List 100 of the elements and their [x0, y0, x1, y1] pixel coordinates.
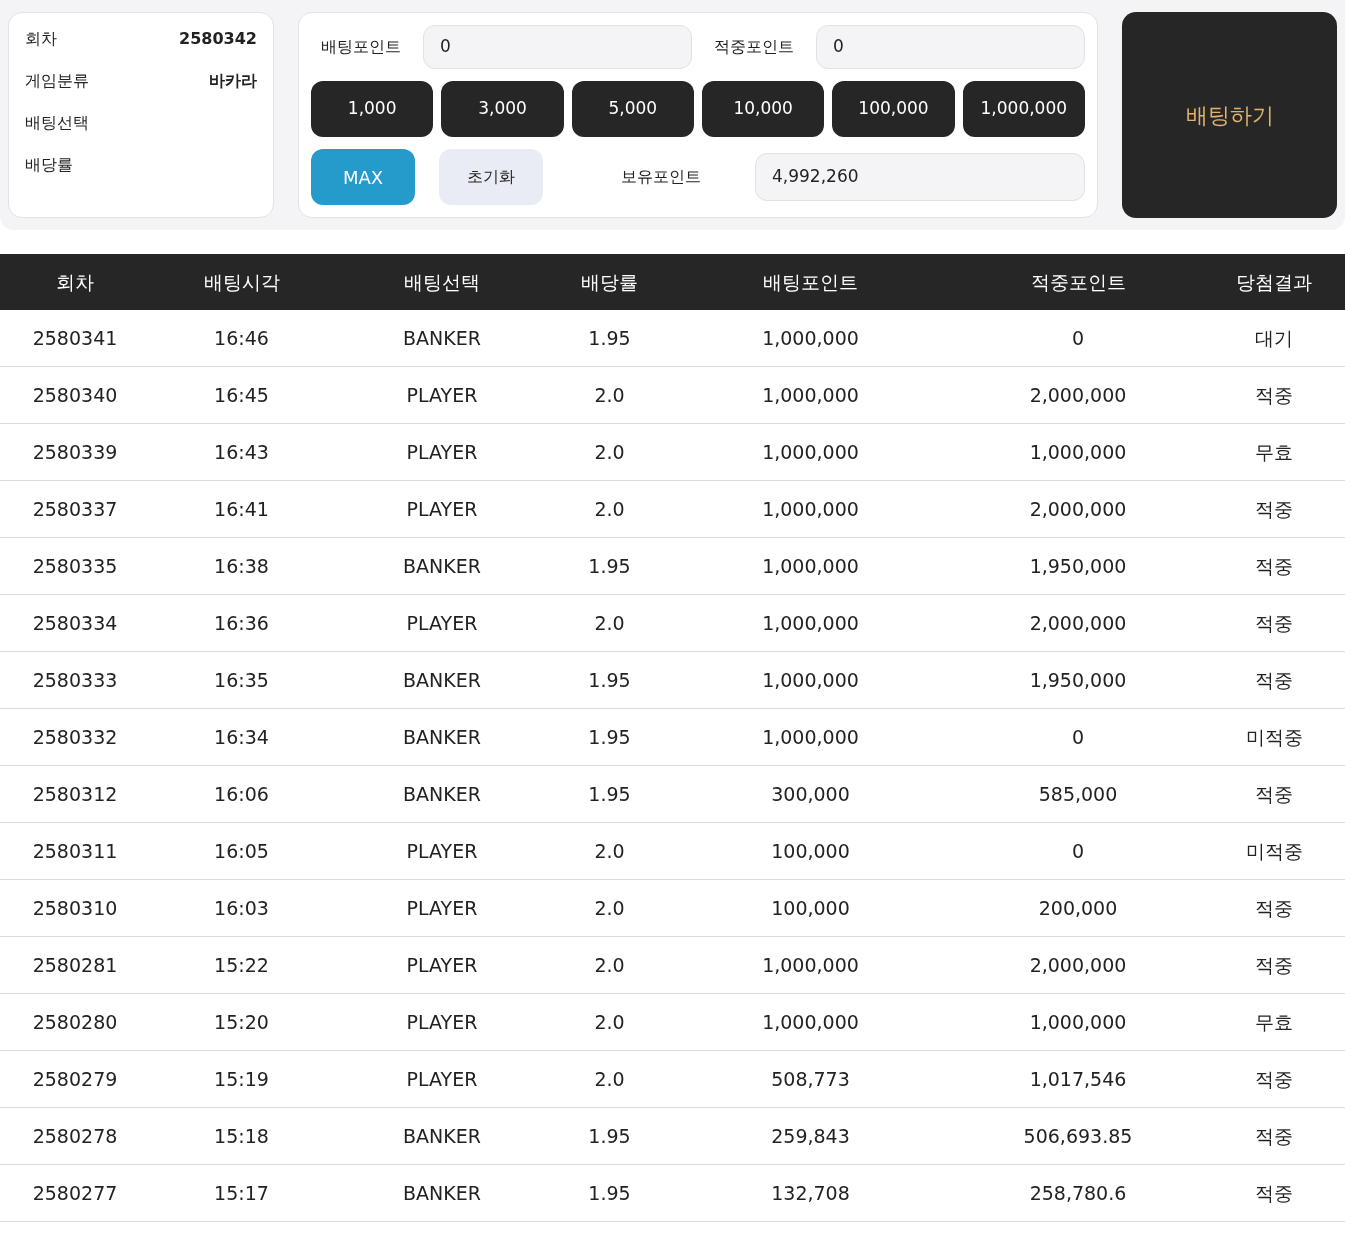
table-cell-text: PLAYER [405, 610, 479, 636]
table-cell-text: 1,000,000 [761, 1009, 860, 1035]
table-cell-text: PLAYER [405, 1009, 479, 1035]
amount-button[interactable]: 1,000 [311, 81, 434, 137]
table-cell-text: 적중 [1254, 382, 1294, 408]
amount-button[interactable]: 1,000,000 [962, 81, 1085, 137]
table-cell-text: 적중 [1254, 895, 1294, 921]
table-cell-text: 300,000 [770, 781, 851, 807]
table-cell-text: PLAYER [405, 382, 479, 408]
table-cell-text: 16:36 [213, 610, 270, 636]
table-cell-text: 대기 [1254, 325, 1294, 351]
table-cell-text: 2580337 [31, 496, 119, 522]
table-cell-text: 2580277 [31, 1180, 119, 1206]
table-cell-text: 1,000,000 [761, 325, 860, 351]
points-field[interactable]: 0 [816, 25, 1085, 69]
table-cell-text: 2580312 [31, 781, 119, 807]
table-cell-text: 16:45 [213, 382, 270, 408]
table-cell-text: 1,000,000 [1028, 439, 1128, 465]
table-cell-text: 100,000 [770, 838, 851, 864]
info-value: 2580342 [179, 28, 257, 50]
table-cell-text: 2.0 [593, 496, 626, 522]
table-cell-text: 1,000,000 [761, 952, 860, 978]
table-cell-text: 16:41 [213, 496, 270, 522]
table-cell-text: 508,773 [770, 1066, 851, 1092]
amount-button[interactable]: 3,000 [441, 81, 564, 137]
table-cell-text: 1,000,000 [761, 610, 860, 636]
table-cell-text: 16:43 [213, 439, 270, 465]
table-cell-text: 16:03 [213, 895, 270, 921]
table-cell-text: 미적중 [1244, 838, 1304, 864]
table-cell-text: 2.0 [593, 439, 626, 465]
table-cell-text: 1.95 [587, 781, 632, 807]
table-cell-text: 무효 [1254, 1009, 1294, 1035]
table-cell-text: 무효 [1254, 439, 1294, 465]
table-cell-text: 2,000,000 [1028, 952, 1128, 978]
field-label: 적중포인트 [713, 36, 795, 58]
table-cell-text: 100,000 [770, 895, 851, 921]
held-points-label: 보유포인트 [620, 166, 702, 188]
table-cell-text: 적중 [1254, 667, 1294, 693]
table-cell-text: PLAYER [405, 895, 479, 921]
table-cell-text: 1,950,000 [1028, 667, 1128, 693]
info-label: 배당률 [25, 154, 73, 176]
table-cell-text: 2580310 [31, 895, 119, 921]
table-cell-text: 적중 [1254, 952, 1294, 978]
table-cell-text: 132,708 [770, 1180, 851, 1206]
amount-button[interactable]: 100,000 [832, 81, 955, 137]
bet-button[interactable]: 배팅하기 [1122, 12, 1337, 218]
table-cell-text: 0 [1070, 325, 1086, 351]
table-cell-text: 2580335 [31, 553, 119, 579]
table-cell-text: 적중 [1254, 1180, 1294, 1206]
held-points-field[interactable]: 4,992,260 [755, 153, 1085, 201]
column-header: 회차 [55, 269, 95, 295]
reset-button[interactable]: 초기화 [439, 149, 543, 205]
table-cell-text: 1,000,000 [761, 496, 860, 522]
table-cell-text: PLAYER [405, 439, 479, 465]
table-cell-text: 1,000,000 [761, 382, 860, 408]
table-cell-text: BANKER [402, 553, 482, 579]
table-cell-text: 1.95 [587, 553, 632, 579]
table-cell-text: 1,000,000 [761, 667, 860, 693]
table-cell-text: 적중 [1254, 1123, 1294, 1149]
table-cell-text: 2.0 [593, 952, 626, 978]
column-header: 적중포인트 [1029, 269, 1127, 295]
table-cell-text: 2.0 [593, 1066, 626, 1092]
table-cell-text: 미적중 [1244, 724, 1304, 750]
table-cell-text: 적중 [1254, 781, 1294, 807]
table-cell-text: 16:38 [213, 553, 270, 579]
amount-button[interactable]: 5,000 [571, 81, 694, 137]
table-cell-text: 2580339 [31, 439, 119, 465]
table-cell-text: 2580333 [31, 667, 119, 693]
table-cell-text: 2580341 [31, 325, 119, 351]
table-cell-text: 16:06 [213, 781, 270, 807]
table-cell-text: 16:35 [213, 667, 270, 693]
table-cell-text: 적중 [1254, 496, 1294, 522]
table-cell-text: PLAYER [405, 952, 479, 978]
table-cell-text: 2580340 [31, 382, 119, 408]
amount-button[interactable]: 10,000 [702, 81, 825, 137]
info-label: 회차 [25, 28, 57, 50]
table-cell-text: 15:22 [213, 952, 270, 978]
table-cell-text: 적중 [1254, 1066, 1294, 1092]
table-cell-text: 1,000,000 [761, 724, 860, 750]
table-cell-text: 2580311 [31, 838, 119, 864]
table-cell-text: 2,000,000 [1028, 496, 1128, 522]
table-cell-text: 2580280 [31, 1009, 119, 1035]
table-cell-text: BANKER [402, 781, 482, 807]
table-cell-text: BANKER [402, 1123, 482, 1149]
table-cell-text: 15:18 [213, 1123, 270, 1149]
table-cell-text: 1.95 [587, 1123, 632, 1149]
field-label: 배팅포인트 [320, 36, 402, 58]
table-cell-text: 2.0 [593, 610, 626, 636]
info-label: 게임분류 [25, 70, 89, 92]
table-cell-text: 2580278 [31, 1123, 119, 1149]
table-cell-text: 1,950,000 [1028, 553, 1128, 579]
points-field[interactable]: 0 [423, 25, 692, 69]
table-cell-text: 200,000 [1037, 895, 1119, 921]
table-cell-text: PLAYER [405, 496, 479, 522]
table-cell-text: 1,017,546 [1028, 1066, 1128, 1092]
column-header: 배팅시각 [202, 269, 281, 295]
table-cell-text: 1.95 [587, 1180, 632, 1206]
table-cell-text: 506,693.85 [1022, 1123, 1134, 1149]
info-label: 배팅선택 [25, 112, 89, 134]
table-cell-text: 585,000 [1037, 781, 1119, 807]
